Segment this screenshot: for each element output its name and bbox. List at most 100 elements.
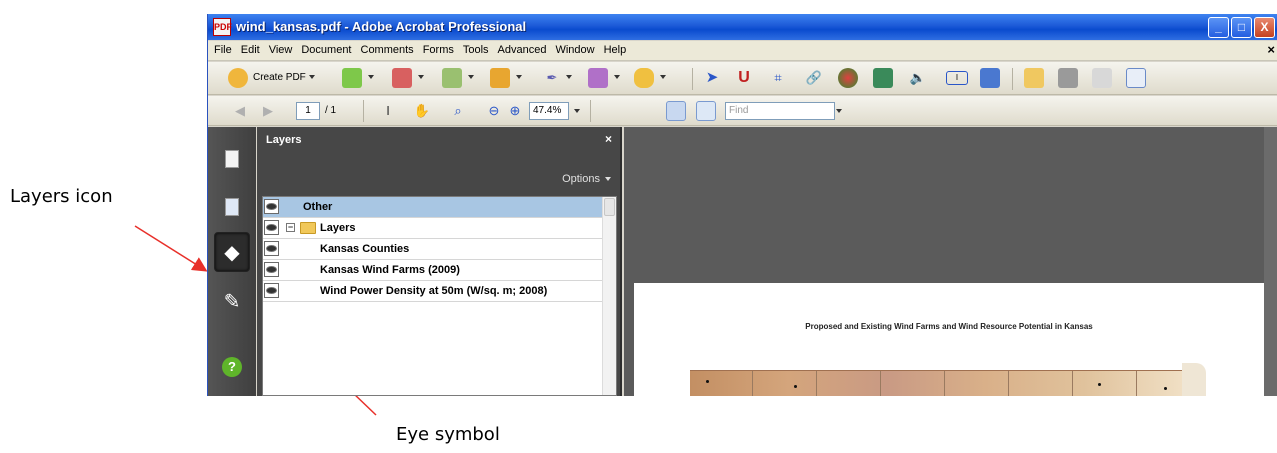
comment-icon[interactable]: [634, 68, 654, 88]
email-icon[interactable]: [1126, 68, 1146, 88]
text-field-icon[interactable]: I: [946, 71, 968, 85]
sound-icon[interactable]: 🔈: [908, 68, 928, 88]
layer-row-kansas-counties[interactable]: Kansas Counties: [263, 239, 603, 260]
open-folder-icon[interactable]: [1024, 68, 1044, 88]
zoom-dropdown[interactable]: [574, 109, 580, 115]
create-pdf-icon[interactable]: [228, 68, 248, 88]
forms-dropdown[interactable]: [614, 75, 620, 81]
pdf-file-icon: PDF: [213, 18, 232, 36]
layer-name: Kansas Wind Farms (2009): [320, 264, 460, 276]
review-icon[interactable]: [442, 68, 462, 88]
secure-lock-icon[interactable]: [490, 68, 510, 88]
3d-object-icon[interactable]: [838, 68, 858, 88]
review-dropdown[interactable]: [468, 75, 474, 81]
menu-edit[interactable]: Edit: [235, 41, 263, 56]
scrollbar-thumb[interactable]: [604, 198, 615, 216]
menu-forms[interactable]: Forms: [417, 41, 457, 56]
attach-icon[interactable]: [1092, 68, 1112, 88]
find-dropdown[interactable]: [836, 109, 842, 115]
layer-row-layers-group[interactable]: − Layers: [263, 218, 603, 239]
eye-icon[interactable]: [264, 220, 279, 235]
map-edge: [1182, 363, 1206, 396]
print-icon[interactable]: [1058, 68, 1078, 88]
kansas-map-image: [690, 370, 1182, 396]
forms-icon[interactable]: [588, 68, 608, 88]
layer-name: Wind Power Density at 50m (W/sq. m; 2008…: [320, 285, 548, 297]
combine-dropdown[interactable]: [368, 75, 374, 81]
navigation-toolbar: ◀ ▶ 1 / 1 I ✋ ⌕ ⊖ ⊕ 47.4% Find: [208, 96, 1277, 126]
page-total-label: / 1: [325, 105, 337, 116]
menu-window[interactable]: Window: [549, 41, 597, 56]
eye-icon[interactable]: [264, 283, 279, 298]
menu-help[interactable]: Help: [598, 41, 630, 56]
menu-tools[interactable]: Tools: [457, 41, 492, 56]
layers-panel-title: Layers: [266, 134, 302, 146]
menu-view[interactable]: View: [263, 41, 296, 56]
page-number-input[interactable]: 1: [296, 102, 320, 120]
options-menu-button[interactable]: Options: [562, 173, 611, 185]
select-arrow-icon[interactable]: ➤: [702, 68, 722, 88]
layer-name: Kansas Counties: [320, 243, 410, 255]
sign-dropdown[interactable]: [566, 75, 572, 81]
fit-page-icon[interactable]: [666, 101, 686, 121]
next-page-icon[interactable]: ▶: [258, 101, 278, 121]
layers-icon[interactable]: ◆: [214, 232, 250, 272]
edit-icon[interactable]: [980, 68, 1000, 88]
layer-row-other[interactable]: Other: [263, 197, 603, 218]
title-bar[interactable]: PDF wind_kansas.pdf - Adobe Acrobat Prof…: [208, 14, 1277, 40]
eye-icon[interactable]: [264, 241, 279, 256]
panel-close-icon[interactable]: ×: [605, 132, 612, 146]
layer-row-wind-power-density[interactable]: Wind Power Density at 50m (W/sq. m; 2008…: [263, 281, 603, 302]
eye-icon[interactable]: [264, 199, 279, 214]
layer-name: Layers: [320, 222, 356, 234]
hand-tool-icon[interactable]: ✋: [412, 101, 432, 121]
sign-pen-icon[interactable]: ✒: [542, 68, 562, 88]
menu-file[interactable]: File: [208, 41, 235, 56]
signatures-icon[interactable]: ✎: [214, 282, 250, 322]
callout-eye-symbol-label: Eye symbol: [396, 424, 500, 445]
link-icon[interactable]: 🔗: [804, 68, 824, 88]
zoom-in-icon[interactable]: ⊕: [505, 101, 525, 121]
pdf-page: Proposed and Existing Wind Farms and Win…: [634, 283, 1264, 396]
callout-layers-icon-label: Layers icon: [10, 186, 113, 207]
zoom-level-input[interactable]: 47.4%: [529, 102, 569, 120]
layers-scrollbar[interactable]: [602, 197, 616, 395]
find-input[interactable]: Find: [725, 102, 835, 120]
collapse-icon[interactable]: −: [286, 223, 295, 232]
minimize-button[interactable]: _: [1208, 17, 1229, 38]
document-close-icon[interactable]: ×: [1267, 42, 1275, 57]
video-icon[interactable]: [873, 68, 893, 88]
fit-width-icon[interactable]: [696, 101, 716, 121]
document-scrollbar[interactable]: [1264, 127, 1277, 396]
secure-dropdown[interactable]: [516, 75, 522, 81]
menu-comments[interactable]: Comments: [355, 41, 417, 56]
marquee-zoom-icon[interactable]: ⌕: [448, 101, 468, 121]
select-text-icon[interactable]: I: [378, 101, 398, 121]
export-dropdown[interactable]: [418, 75, 424, 81]
maximize-button[interactable]: □: [1231, 17, 1252, 38]
toolbar-separator: [363, 100, 364, 122]
document-pane: Proposed and Existing Wind Farms and Win…: [624, 127, 1277, 396]
layer-row-kansas-wind-farms[interactable]: Kansas Wind Farms (2009): [263, 260, 603, 281]
zoom-out-icon[interactable]: ⊖: [484, 101, 504, 121]
attachments-icon[interactable]: [214, 187, 250, 227]
pages-icon[interactable]: [214, 139, 250, 179]
acrobat-window: PDF wind_kansas.pdf - Adobe Acrobat Prof…: [207, 14, 1277, 396]
menu-document[interactable]: Document: [295, 41, 354, 56]
crop-icon[interactable]: ⌗: [768, 68, 788, 88]
previous-page-icon[interactable]: ◀: [230, 101, 250, 121]
eye-icon[interactable]: [264, 262, 279, 277]
create-pdf-label[interactable]: Create PDF: [253, 72, 306, 83]
help-icon[interactable]: ?: [214, 345, 250, 385]
menu-bar: File Edit View Document Comments Forms Tools Ad…: [208, 41, 1277, 61]
layers-panel: Layers × Options Other − Layers Kansas C…: [257, 127, 622, 396]
main-toolbar: Create PDF ✒ ➤ U ⌗ 🔗 🔈 I: [208, 62, 1277, 95]
comment-dropdown[interactable]: [660, 75, 666, 81]
toolbar-separator: [590, 100, 591, 122]
close-button[interactable]: X: [1254, 17, 1275, 38]
menu-advanced[interactable]: Advanced: [492, 41, 550, 56]
create-pdf-dropdown[interactable]: [309, 75, 315, 81]
export-icon[interactable]: [392, 68, 412, 88]
combine-files-icon[interactable]: [342, 68, 362, 88]
pan-tool-icon[interactable]: U: [734, 68, 754, 88]
